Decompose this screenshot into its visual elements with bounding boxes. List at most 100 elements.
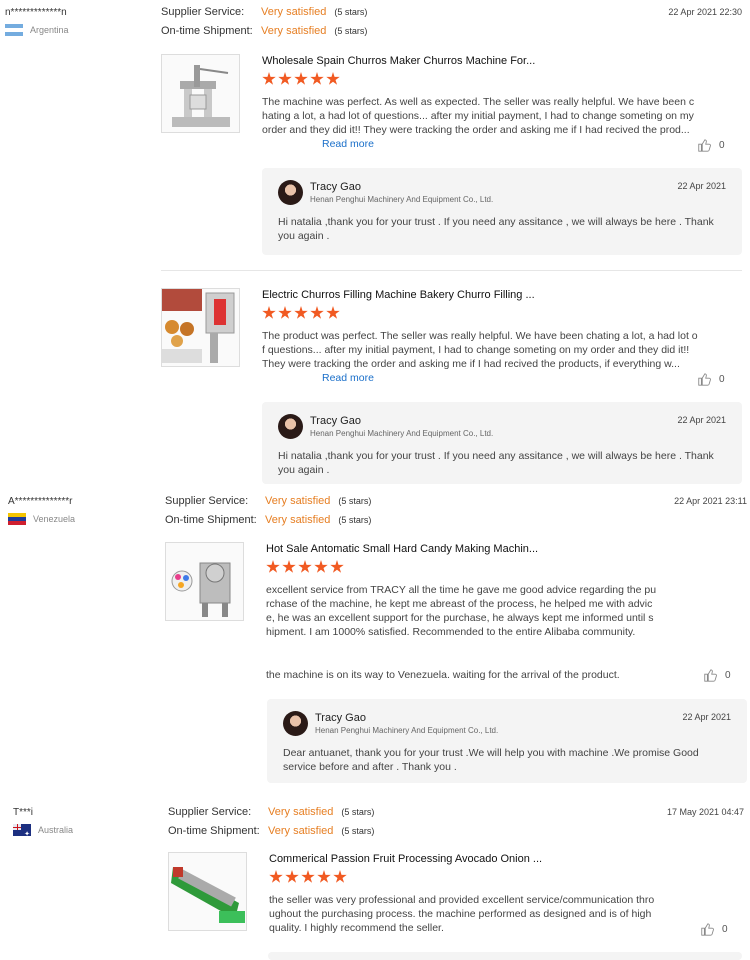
shipment-label: On-time Shipment: — [165, 514, 257, 526]
shipment-value: Very satisfied — [268, 825, 334, 837]
review-body: The machine was perfect. As well as expe… — [262, 96, 695, 136]
like-button[interactable]: 0 — [700, 922, 728, 936]
seller-avatar — [278, 180, 303, 205]
star-icon — [326, 72, 340, 85]
supplier-service-label: Supplier Service: — [165, 495, 249, 507]
supplier-service-label: Supplier Service: — [168, 806, 252, 818]
seller-company: Henan Penghui Machinery And Equipment Co… — [310, 195, 494, 204]
like-count: 0 — [719, 139, 725, 151]
star-icon — [262, 72, 276, 85]
read-more-link[interactable]: Read more — [322, 372, 374, 384]
seller-name: Tracy Gao — [310, 181, 361, 193]
shipment-label: On-time Shipment: — [168, 825, 260, 837]
seller-avatar — [283, 711, 308, 736]
reply-text: Hi natalia ,thank you for your trust . I… — [278, 216, 714, 242]
supplier-service-label: Supplier Service: — [161, 6, 245, 18]
seller-reply: Tracy Gao Henan Penghui Machinery And Eq… — [267, 699, 747, 783]
reply-date: 22 Apr 2021 — [682, 712, 731, 722]
seller-name: Tracy Gao — [315, 712, 366, 724]
shipment-value: Very satisfied — [261, 25, 327, 37]
reply-date: 22 Apr 2021 — [677, 181, 726, 191]
star-icon — [285, 870, 299, 883]
reviewer-country: Venezuela — [8, 513, 75, 525]
star-rating — [269, 870, 347, 884]
review-date: 22 Apr 2021 23:11 — [674, 496, 747, 506]
like-button[interactable]: 0 — [697, 138, 725, 152]
review-text: The product was perfect. The seller was … — [262, 329, 698, 385]
like-count: 0 — [725, 669, 731, 681]
reviewer-country: Australia — [13, 824, 73, 836]
reviewer-info: T***i Australia — [13, 807, 73, 836]
supplier-service-value: Very satisfied — [268, 806, 334, 818]
seller-reply-partial — [268, 952, 742, 960]
supplier-service-stars: (5 stars) — [338, 496, 372, 506]
reviewer-country: Argentina — [5, 24, 69, 36]
country-name: Australia — [38, 825, 74, 835]
star-icon — [298, 560, 312, 573]
star-icon — [294, 306, 308, 319]
star-icon — [310, 306, 324, 319]
review-date: 22 Apr 2021 22:30 — [668, 7, 742, 17]
shipment-stars: (5 stars) — [338, 515, 372, 525]
thumbs-up-icon — [701, 923, 714, 936]
reviewer-name: A**************r — [8, 496, 73, 507]
star-icon — [278, 306, 292, 319]
supplier-service-stars: (5 stars) — [341, 807, 375, 817]
review-date: 17 May 2021 04:47 — [666, 807, 744, 817]
seller-avatar — [278, 414, 303, 439]
review-text: excellent service from TRACY all the tim… — [266, 584, 657, 638]
seller-reply: Tracy Gao Henan Penghui Machinery And Eq… — [262, 168, 742, 255]
shipment-label: On-time Shipment: — [161, 25, 253, 37]
argentina-flag-icon — [5, 24, 23, 36]
product-title-link[interactable]: Electric Churros Filling Machine Bakery … — [262, 289, 535, 301]
like-count: 0 — [719, 373, 725, 385]
star-icon — [301, 870, 315, 883]
star-icon — [314, 560, 328, 573]
review-text-followup: the machine is on its way to Venezuela. … — [266, 669, 620, 681]
venezuela-flag-icon — [8, 513, 26, 525]
product-thumbnail[interactable] — [168, 852, 247, 931]
seller-reply: Tracy Gao Henan Penghui Machinery And Eq… — [262, 402, 742, 484]
review-text: The machine was perfect. As well as expe… — [262, 95, 698, 151]
star-icon — [269, 870, 283, 883]
reviewer-info: n*************n Argentina — [5, 7, 69, 36]
product-thumbnail[interactable] — [165, 542, 244, 621]
reviewer-info: A**************r Venezuela — [8, 496, 75, 525]
seller-company: Henan Penghui Machinery And Equipment Co… — [315, 726, 499, 735]
supplier-service-row: Supplier Service: Very satisfied (5 star… — [161, 6, 367, 25]
star-icon — [278, 72, 292, 85]
divider — [161, 270, 742, 271]
supplier-service-value: Very satisfied — [261, 6, 327, 18]
thumbs-up-icon — [698, 373, 711, 386]
reply-text: Hi natalia ,thank you for your trust . I… — [278, 450, 714, 476]
star-icon — [317, 870, 331, 883]
seller-name: Tracy Gao — [310, 415, 361, 427]
supplier-service-stars: (5 stars) — [334, 7, 368, 17]
review-text: the seller was very professional and pro… — [269, 894, 655, 934]
like-button[interactable]: 0 — [703, 668, 731, 682]
shipment-row: On-time Shipment: Very satisfied (5 star… — [168, 825, 374, 844]
star-icon — [330, 560, 344, 573]
review-body: The product was perfect. The seller was … — [262, 330, 698, 370]
thumbs-up-icon — [704, 669, 717, 682]
star-icon — [310, 72, 324, 85]
star-icon — [266, 560, 280, 573]
product-title-link[interactable]: Commerical Passion Fruit Processing Avoc… — [269, 853, 542, 865]
star-icon — [326, 306, 340, 319]
ratings-summary: Supplier Service: Very satisfied (5 star… — [165, 495, 371, 533]
supplier-service-row: Supplier Service: Very satisfied (5 star… — [165, 495, 371, 514]
read-more-link[interactable]: Read more — [322, 138, 374, 150]
like-button[interactable]: 0 — [697, 372, 725, 386]
product-thumbnail[interactable] — [161, 54, 240, 133]
shipment-stars: (5 stars) — [334, 26, 368, 36]
star-icon — [294, 72, 308, 85]
product-title-link[interactable]: Hot Sale Antomatic Small Hard Candy Maki… — [266, 543, 538, 555]
reply-date: 22 Apr 2021 — [677, 415, 726, 425]
thumbs-up-icon — [698, 139, 711, 152]
seller-company: Henan Penghui Machinery And Equipment Co… — [310, 429, 494, 438]
star-rating — [266, 560, 344, 574]
product-title-link[interactable]: Wholesale Spain Churros Maker Churros Ma… — [262, 55, 535, 67]
shipment-value: Very satisfied — [265, 514, 331, 526]
star-rating — [262, 306, 340, 320]
product-thumbnail[interactable] — [161, 288, 240, 367]
